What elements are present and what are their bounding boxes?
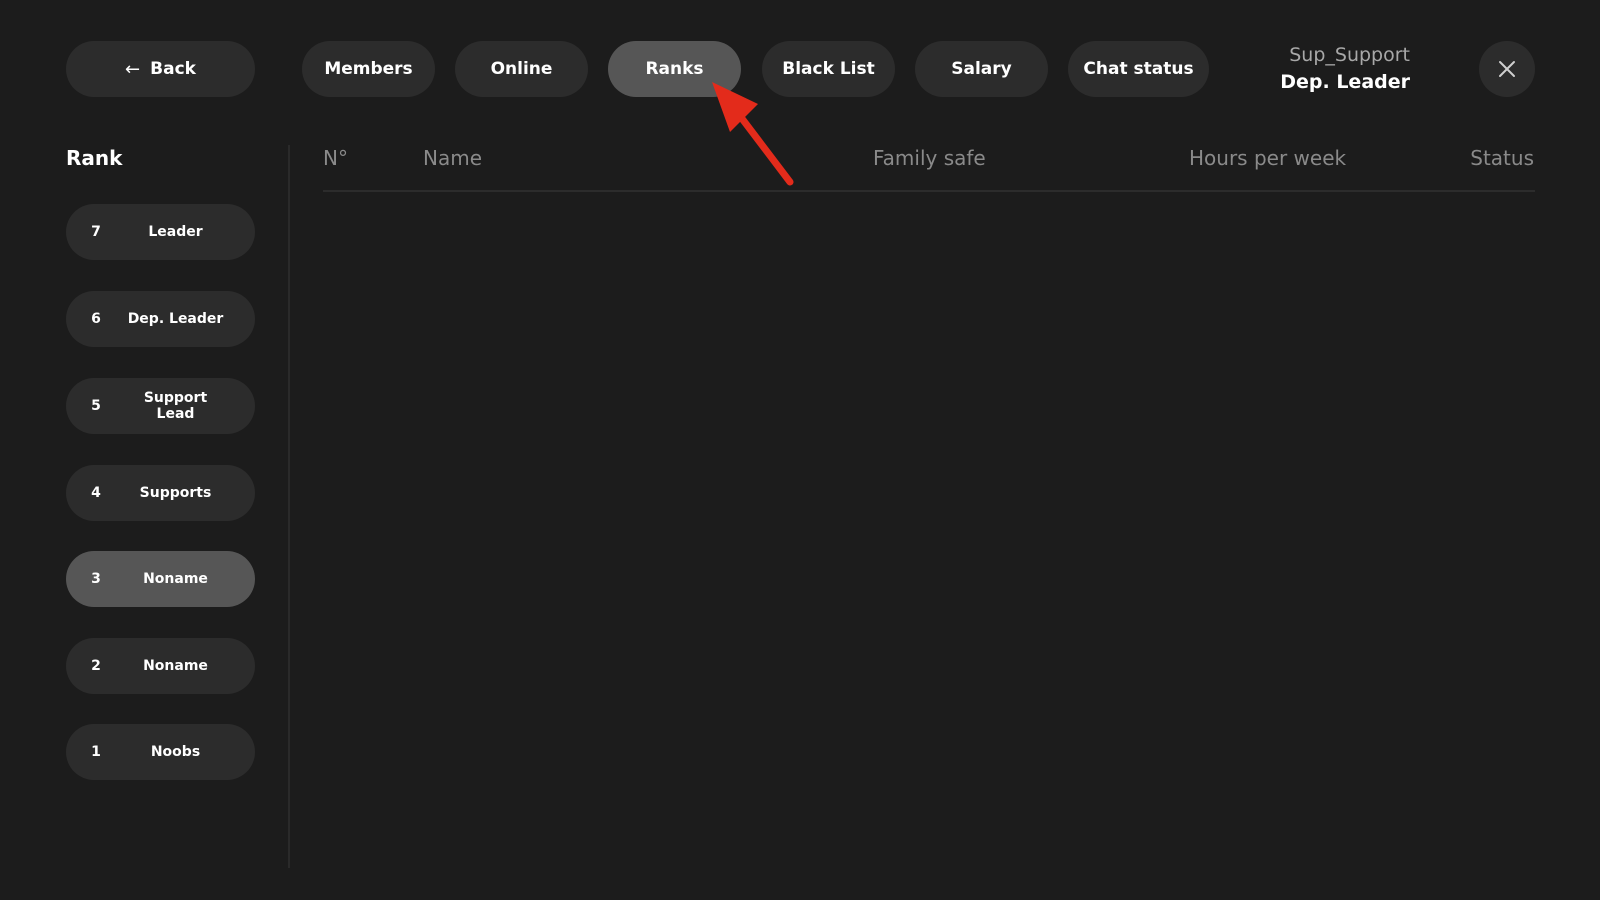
rank-item-7[interactable]: 7 Leader [66, 204, 255, 260]
rank-item-1[interactable]: 1 Noobs [66, 724, 255, 780]
column-hours-per-week: Hours per week [1189, 146, 1347, 170]
sidebar-title: Rank [66, 146, 123, 170]
column-number: N° [323, 146, 348, 170]
pointer-arrow-icon [712, 82, 794, 186]
rank-item-2[interactable]: 2 Noname [66, 638, 255, 694]
rank-number: 3 [91, 571, 101, 587]
close-button[interactable] [1479, 41, 1535, 97]
back-button[interactable]: ← Back [66, 41, 255, 97]
rank-label: Leader [148, 224, 203, 240]
rank-number: 1 [91, 744, 101, 760]
rank-item-4[interactable]: 4 Supports [66, 465, 255, 521]
column-status: Status [1470, 146, 1534, 170]
tab-chat-status[interactable]: Chat status [1068, 41, 1209, 97]
rank-number: 6 [91, 311, 101, 327]
table-header-divider [323, 190, 1535, 192]
column-family-safe: Family safe [873, 146, 986, 170]
tab-salary[interactable]: Salary [915, 41, 1048, 97]
rank-item-5[interactable]: 5 Support Lead [66, 378, 255, 434]
tab-label: Chat status [1083, 59, 1194, 79]
rank-label: Dep. Leader [127, 311, 224, 327]
close-icon [1499, 61, 1515, 77]
rank-label: Noobs [150, 744, 201, 760]
tab-label: Salary [951, 59, 1012, 79]
rank-number: 2 [91, 658, 101, 674]
tab-label: Online [490, 59, 553, 79]
back-label: Back [150, 59, 196, 79]
rank-number: 7 [91, 224, 101, 240]
rank-label: Noname [143, 658, 208, 674]
user-rank: Dep. Leader [1280, 71, 1410, 93]
arrow-left-icon: ← [125, 58, 141, 80]
user-info: Sup_Support Dep. Leader [1280, 42, 1410, 96]
rank-number: 5 [91, 398, 101, 414]
user-name: Sup_Support [1289, 44, 1410, 66]
column-name: Name [423, 146, 483, 170]
rank-label: Supports [139, 485, 212, 501]
rank-label: Support Lead [143, 390, 208, 422]
tab-online[interactable]: Online [455, 41, 588, 97]
tab-members[interactable]: Members [302, 41, 435, 97]
rank-item-3[interactable]: 3 Noname [66, 551, 255, 607]
rank-item-6[interactable]: 6 Dep. Leader [66, 291, 255, 347]
sidebar-divider [288, 145, 290, 868]
rank-number: 4 [91, 485, 101, 501]
rank-label: Noname [143, 571, 208, 587]
tab-label: Ranks [645, 59, 704, 79]
tab-label: Members [324, 59, 413, 79]
